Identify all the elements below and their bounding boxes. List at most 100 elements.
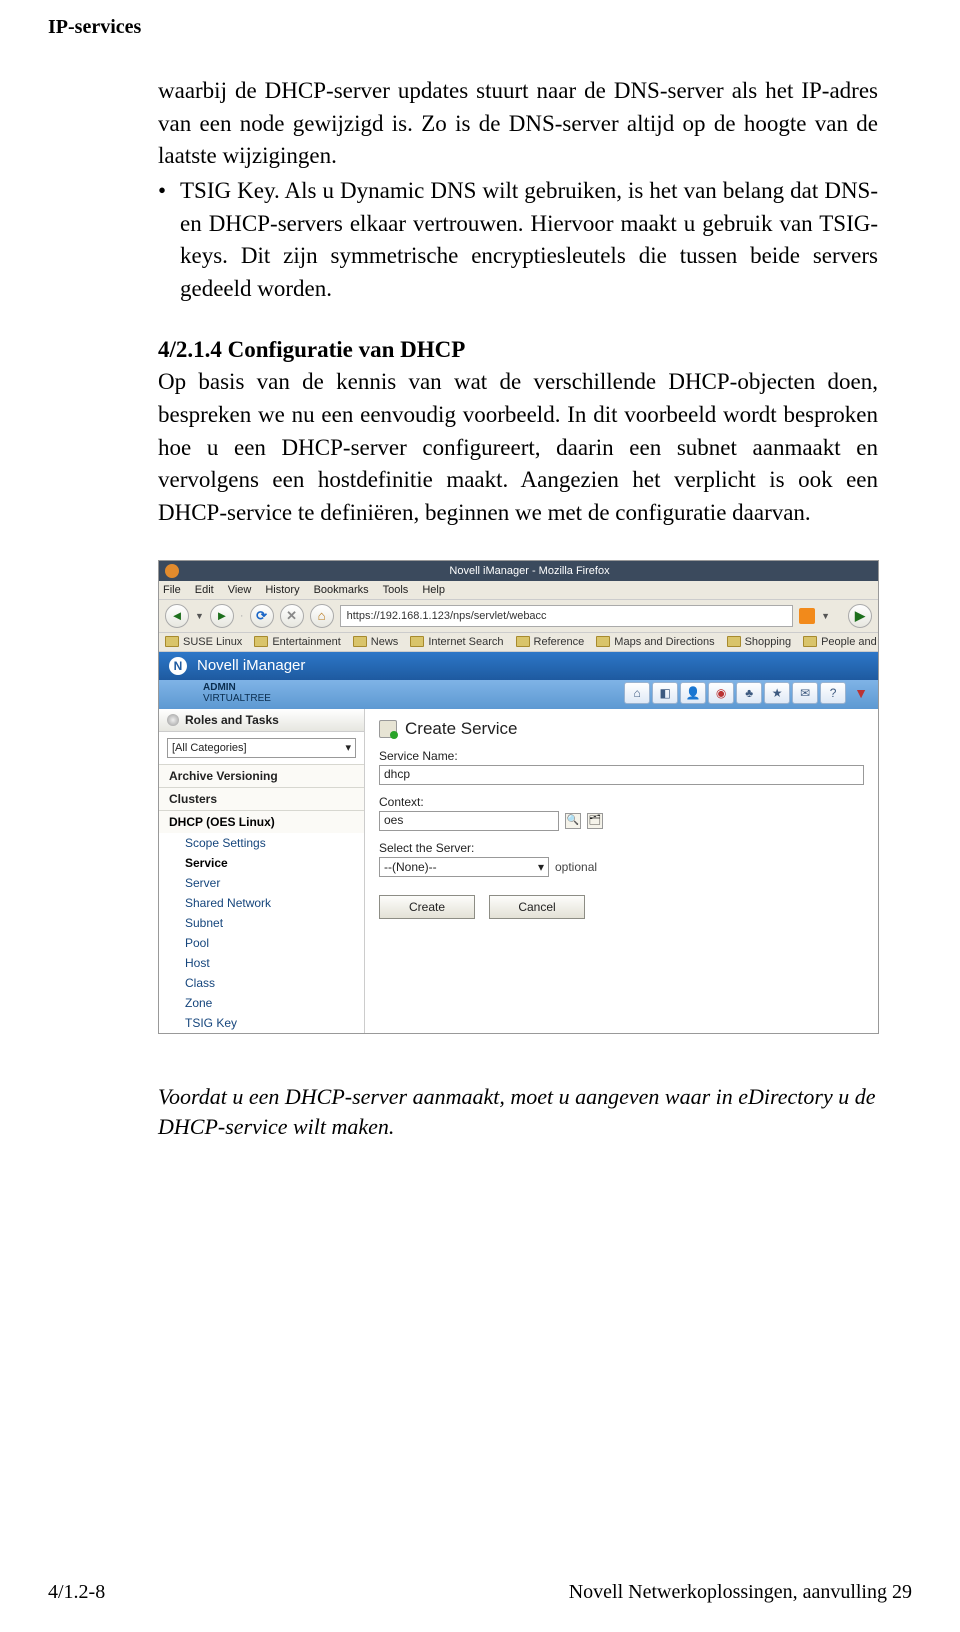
- menu-help[interactable]: Help: [422, 584, 445, 596]
- folder-icon: [410, 636, 424, 647]
- cancel-button[interactable]: Cancel: [489, 895, 585, 919]
- toolbar-help-icon[interactable]: ?: [820, 682, 846, 704]
- window-titlebar: Novell iManager - Mozilla Firefox: [159, 561, 878, 581]
- url-text: https://192.168.1.123/nps/servlet/webacc: [347, 610, 547, 622]
- identity-block: ADMIN VIRTUALTREE: [203, 682, 271, 705]
- bullet-text: TSIG Key. Als u Dynamic DNS wilt gebruik…: [180, 175, 878, 306]
- optional-note: optional: [555, 860, 597, 874]
- folder-icon: [353, 636, 367, 647]
- page-header: IP-services: [48, 16, 912, 39]
- toolbar-arrow-down-icon[interactable]: ▼: [854, 685, 868, 701]
- chevron-down-icon: ▾: [345, 741, 351, 754]
- toolbar-home-icon[interactable]: ⌂: [624, 682, 650, 704]
- toolbar-mail-icon[interactable]: ✉: [792, 682, 818, 704]
- search-icon[interactable]: 🔍: [565, 813, 581, 829]
- sidebar-item-server[interactable]: Server: [159, 873, 364, 893]
- menu-bookmarks[interactable]: Bookmarks: [314, 584, 369, 596]
- create-service-heading: Create Service: [379, 719, 864, 739]
- sidebar: Roles and Tasks [All Categories] ▾ Archi…: [159, 709, 365, 1033]
- rss-icon[interactable]: [799, 608, 815, 624]
- service-icon: [379, 720, 397, 738]
- novell-title: Novell iManager: [197, 657, 305, 674]
- folder-icon: [516, 636, 530, 647]
- admin-label: ADMIN: [203, 682, 236, 693]
- service-name-label: Service Name:: [379, 749, 864, 763]
- folder-icon: [596, 636, 610, 647]
- bookmarks-toolbar: SUSE Linux Entertainment News Internet S…: [159, 633, 878, 652]
- bookmark-people[interactable]: People and Compan...: [803, 636, 878, 648]
- bookmark-news[interactable]: News: [353, 636, 399, 648]
- url-bar[interactable]: https://192.168.1.123/nps/servlet/webacc: [340, 605, 793, 627]
- home-button[interactable]: ⌂: [310, 604, 334, 628]
- content-pane: Create Service Service Name: dhcp Contex…: [365, 709, 878, 1033]
- sidebar-item-host[interactable]: Host: [159, 953, 364, 973]
- novell-logo-icon: N: [169, 657, 187, 675]
- footer-right: Novell Netwerkoplossingen, aanvulling 29: [569, 1581, 912, 1604]
- sidebar-item-scope[interactable]: Scope Settings: [159, 833, 364, 853]
- bookmark-maps[interactable]: Maps and Directions: [596, 636, 714, 648]
- back-button[interactable]: ◄: [165, 604, 189, 628]
- sidebar-item-zone[interactable]: Zone: [159, 993, 364, 1013]
- menu-file[interactable]: File: [163, 584, 181, 596]
- window-title: Novell iManager - Mozilla Firefox: [187, 565, 872, 577]
- menu-tools[interactable]: Tools: [383, 584, 409, 596]
- sidebar-item-pool[interactable]: Pool: [159, 933, 364, 953]
- nav-separator: ·: [240, 610, 244, 622]
- sidebar-group-archive[interactable]: Archive Versioning: [159, 764, 364, 787]
- create-button[interactable]: Create: [379, 895, 475, 919]
- section-body: Op basis van de kennis van wat de versch…: [158, 366, 878, 529]
- novell-header: N Novell iManager: [159, 652, 878, 680]
- folder-icon: [727, 636, 741, 647]
- menu-bar: File Edit View History Bookmarks Tools H…: [159, 581, 878, 600]
- service-name-input[interactable]: dhcp: [379, 765, 864, 785]
- folder-icon: [254, 636, 268, 647]
- novell-subheader: ADMIN VIRTUALTREE ⌂ ◧ 👤 ◉ ♣ ★ ✉ ? ▼: [159, 680, 878, 709]
- category-select[interactable]: [All Categories] ▾: [167, 738, 356, 758]
- section-heading: 4/2.1.4 Configuratie van DHCP: [158, 334, 878, 367]
- context-label: Context:: [379, 795, 864, 809]
- sidebar-group-clusters[interactable]: Clusters: [159, 787, 364, 810]
- toolbar-stop-icon[interactable]: ◉: [708, 682, 734, 704]
- sidebar-group-dhcp[interactable]: DHCP (OES Linux): [159, 810, 364, 833]
- sidebar-item-class[interactable]: Class: [159, 973, 364, 993]
- folder-icon: [165, 636, 179, 647]
- back-dropdown-icon[interactable]: ▼: [195, 611, 204, 621]
- reload-button[interactable]: ⟳: [250, 604, 274, 628]
- toolbar-view-icon[interactable]: ◧: [652, 682, 678, 704]
- tree-label: VIRTUALTREE: [203, 693, 271, 704]
- menu-edit[interactable]: Edit: [195, 584, 214, 596]
- bullet-dot: •: [158, 175, 180, 208]
- stop-button[interactable]: ✕: [280, 604, 304, 628]
- bookmark-ref[interactable]: Reference: [516, 636, 585, 648]
- firefox-icon: [165, 564, 179, 578]
- context-input[interactable]: oes: [379, 811, 559, 831]
- figure-caption: Voordat u een DHCP-server aanmaakt, moet…: [158, 1082, 878, 1144]
- toolbar-user-icon[interactable]: 👤: [680, 682, 706, 704]
- menu-view[interactable]: View: [228, 584, 252, 596]
- sidebar-item-shared[interactable]: Shared Network: [159, 893, 364, 913]
- go-button[interactable]: ▶: [848, 604, 872, 628]
- tree-browse-icon[interactable]: 🗂: [587, 813, 603, 829]
- toolbar-tree-icon[interactable]: ♣: [736, 682, 762, 704]
- url-dropdown-icon[interactable]: ▼: [821, 611, 830, 621]
- bookmark-shop[interactable]: Shopping: [727, 636, 792, 648]
- select-server-value: --(None)--: [384, 860, 437, 874]
- footer-left: 4/1.2-8: [48, 1581, 105, 1604]
- bookmark-ent[interactable]: Entertainment: [254, 636, 340, 648]
- bookmark-suse[interactable]: SUSE Linux: [165, 636, 242, 648]
- sidebar-item-subnet[interactable]: Subnet: [159, 913, 364, 933]
- nav-toolbar: ◄ ▼ ► · ⟳ ✕ ⌂ https://192.168.1.123/nps/…: [159, 600, 878, 633]
- menu-history[interactable]: History: [265, 584, 299, 596]
- select-server-dropdown[interactable]: --(None)-- ▾: [379, 857, 549, 877]
- folder-icon: [803, 636, 817, 647]
- toolbar-star-icon[interactable]: ★: [764, 682, 790, 704]
- chevron-down-icon: ▾: [538, 860, 544, 874]
- forward-button[interactable]: ►: [210, 604, 234, 628]
- bookmark-isearch[interactable]: Internet Search: [410, 636, 503, 648]
- sidebar-item-tsig[interactable]: TSIG Key: [159, 1013, 364, 1033]
- sidebar-tab-label: Roles and Tasks: [185, 713, 279, 727]
- embedded-screenshot: Novell iManager - Mozilla Firefox File E…: [158, 560, 879, 1034]
- para-intro: waarbij de DHCP-server updates stuurt na…: [158, 75, 878, 173]
- sidebar-tab[interactable]: Roles and Tasks: [159, 709, 364, 732]
- sidebar-item-service[interactable]: Service: [159, 853, 364, 873]
